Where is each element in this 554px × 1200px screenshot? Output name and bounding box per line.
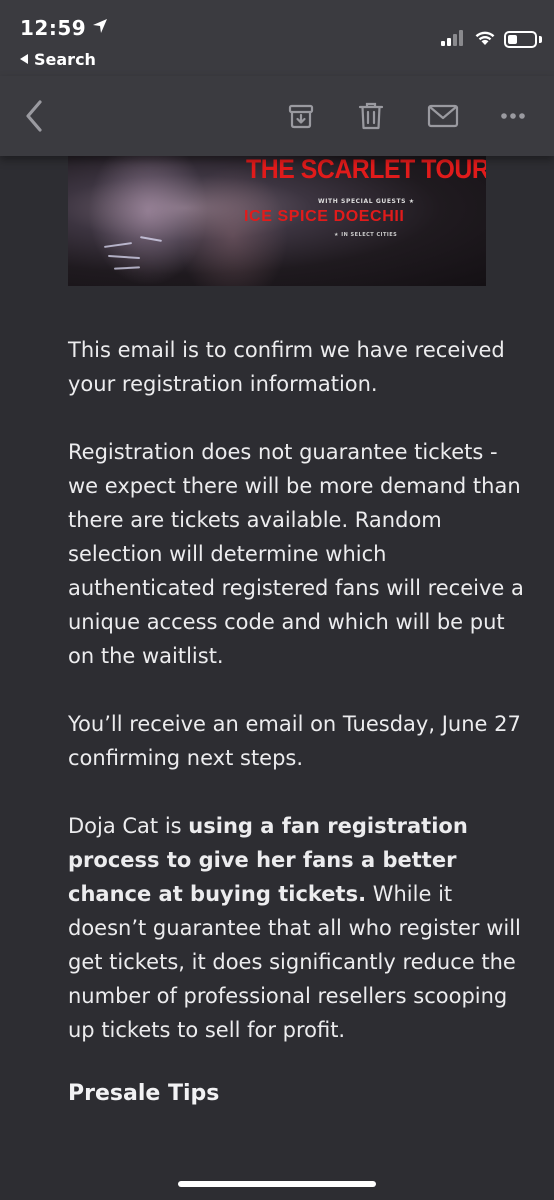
mail-button[interactable]	[423, 96, 463, 136]
chevron-left-icon	[26, 100, 42, 132]
back-triangle-icon	[20, 54, 28, 64]
trash-button[interactable]	[351, 96, 391, 136]
wifi-icon	[475, 31, 495, 45]
banner-guests-label: WITH SPECIAL GUESTS ★	[318, 198, 415, 205]
status-time: 12:59	[20, 16, 87, 40]
back-button[interactable]	[14, 96, 54, 136]
banner-title: THE SCARLET TOUR	[246, 156, 486, 184]
archive-icon	[288, 104, 314, 129]
email-body: This email is to confirm we have receive…	[68, 333, 528, 1111]
archive-button[interactable]	[281, 96, 321, 136]
paragraph-rest: While it doesn’t guarantee that all who …	[68, 882, 521, 1042]
tour-banner-image[interactable]: THE SCARLET TOUR WITH SPECIAL GUESTS ★ I…	[68, 156, 486, 286]
banner-cities: ★ IN SELECT CITIES	[334, 232, 398, 238]
screen: 12:59 Search THE SCARLET TOUR WITH SPECI…	[0, 0, 554, 1200]
location-arrow-icon	[93, 19, 107, 33]
registration-paragraph: Registration does not guarantee tickets …	[68, 440, 524, 668]
confirmation-paragraph: This email is to confirm we have receive…	[68, 338, 505, 396]
fan-registration-paragraph: Doja Cat is using a fan registration pro…	[68, 809, 528, 1047]
back-to-app-button[interactable]: Search	[20, 50, 96, 69]
home-indicator[interactable]	[178, 1181, 376, 1187]
more-icon	[501, 113, 525, 119]
mail-toolbar	[0, 76, 554, 156]
next-steps-paragraph: You’ll receive an email on Tuesday, June…	[68, 712, 521, 770]
envelope-icon	[427, 104, 459, 128]
banner-artists: ICE SPICE DOECHII	[244, 208, 405, 225]
presale-tips-heading: Presale Tips	[68, 1081, 220, 1106]
battery-cap	[539, 36, 542, 43]
paragraph-prefix: Doja Cat is	[68, 814, 189, 838]
battery-icon	[504, 31, 537, 48]
back-app-label: Search	[34, 50, 96, 69]
status-bar: 12:59 Search	[0, 0, 554, 76]
trash-icon	[358, 102, 384, 130]
more-button[interactable]	[493, 96, 533, 136]
cellular-signal-icon	[441, 30, 463, 46]
